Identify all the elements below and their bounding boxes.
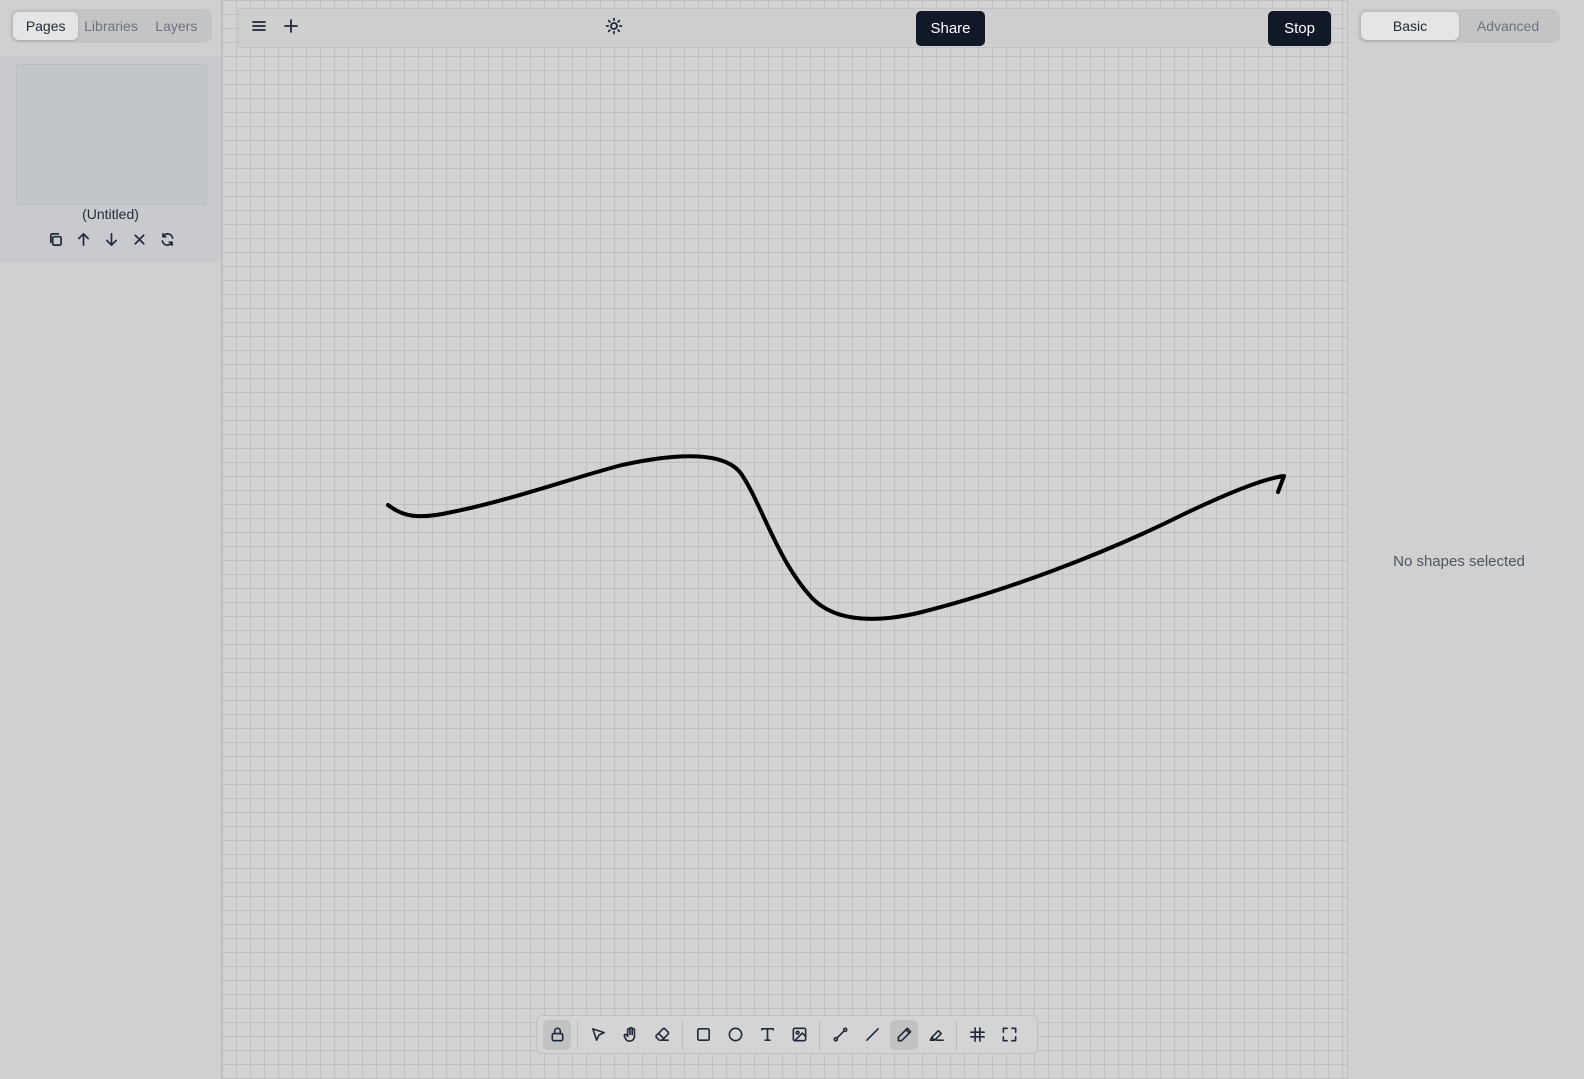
menu-icon[interactable]	[250, 17, 268, 40]
fullscreen-icon[interactable]	[995, 1020, 1023, 1050]
left-sidebar: Pages Libraries Layers (Untitled)	[0, 0, 222, 1079]
connector-icon[interactable]	[826, 1020, 854, 1050]
left-tabs: Pages Libraries Layers	[10, 9, 212, 43]
grid-icon[interactable]	[963, 1020, 991, 1050]
page-actions	[44, 228, 178, 250]
image-icon[interactable]	[785, 1020, 813, 1050]
page-thumbnail[interactable]	[16, 64, 207, 205]
top-toolbar: Share Stop	[238, 8, 1332, 48]
hand-icon[interactable]	[616, 1020, 644, 1050]
right-panel: Basic Advanced No shapes selected	[1347, 0, 1584, 1079]
plus-icon[interactable]	[282, 17, 300, 40]
ellipse-icon[interactable]	[721, 1020, 749, 1050]
drawing-canvas[interactable]: Share Stop	[222, 0, 1347, 1079]
move-up-icon[interactable]	[72, 228, 94, 250]
tab-advanced[interactable]: Advanced	[1459, 12, 1557, 40]
delete-icon[interactable]	[128, 228, 150, 250]
tab-basic[interactable]: Basic	[1361, 12, 1459, 40]
page-card[interactable]: (Untitled)	[0, 56, 221, 262]
sun-icon[interactable]	[605, 17, 623, 40]
rectangle-icon[interactable]	[689, 1020, 717, 1050]
share-button[interactable]: Share	[916, 11, 985, 46]
stop-button[interactable]: Stop	[1268, 11, 1331, 46]
duplicate-icon[interactable]	[44, 228, 66, 250]
toolbar-divider	[956, 1019, 957, 1050]
highlighter-icon[interactable]	[922, 1020, 950, 1050]
line-icon[interactable]	[858, 1020, 886, 1050]
tab-libraries[interactable]: Libraries	[78, 12, 143, 40]
toolbar-divider	[682, 1019, 683, 1050]
text-icon[interactable]	[753, 1020, 781, 1050]
move-down-icon[interactable]	[100, 228, 122, 250]
bottom-toolbar	[536, 1015, 1038, 1054]
reset-icon[interactable]	[156, 228, 178, 250]
pencil-icon[interactable]	[890, 1019, 918, 1050]
page-name: (Untitled)	[82, 206, 139, 222]
freehand-stroke[interactable]	[386, 454, 1286, 621]
select-icon[interactable]	[584, 1020, 612, 1050]
toolbar-divider	[819, 1019, 820, 1050]
right-tabs: Basic Advanced	[1358, 9, 1560, 43]
toolbar-divider	[577, 1019, 578, 1050]
lock-icon[interactable]	[543, 1019, 571, 1050]
drawing-layer	[386, 454, 1286, 621]
tab-pages[interactable]: Pages	[13, 12, 79, 40]
no-selection-message: No shapes selected	[1393, 553, 1525, 570]
tab-layers[interactable]: Layers	[144, 12, 209, 40]
eraser-icon[interactable]	[648, 1020, 676, 1050]
